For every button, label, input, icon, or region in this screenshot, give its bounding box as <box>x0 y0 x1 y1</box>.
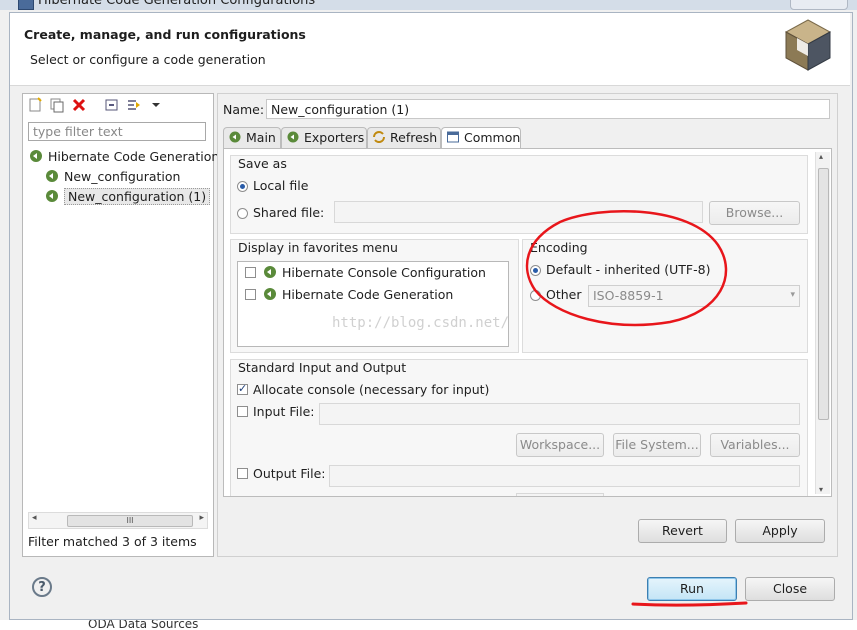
tree-item-new-configuration-1[interactable]: New_configuration (1) <box>44 188 211 206</box>
encoding-default-radio[interactable] <box>530 265 541 276</box>
local-file-label: Local file <box>253 178 309 193</box>
background-window-strip: ODA Data Sources <box>0 620 857 630</box>
output-file-label: Output File: <box>253 466 326 481</box>
encoding-title: Encoding <box>530 240 588 255</box>
browse-button[interactable]: Browse... <box>709 201 800 225</box>
allocate-console-checkbox[interactable] <box>237 382 248 395</box>
hibernate-codegen-icon <box>264 288 276 300</box>
collapse-all-icon[interactable] <box>104 97 120 113</box>
tree-item-new-configuration[interactable]: New_configuration <box>44 168 180 186</box>
shared-file-label: Shared file: <box>253 205 325 220</box>
help-icon[interactable]: ? <box>32 577 52 597</box>
scroll-left-arrow-icon[interactable]: ◂ <box>32 513 37 523</box>
tab-label: Main <box>246 130 276 145</box>
favorite-console-checkbox[interactable] <box>245 267 256 278</box>
favorite-codegen-checkbox[interactable] <box>245 289 256 300</box>
hibernate-icon <box>287 131 299 143</box>
background-text: ODA Data Sources <box>88 620 199 630</box>
output-file-field[interactable] <box>329 465 800 487</box>
window-titlebar: Hibernate Code Generation Configurations <box>0 0 857 10</box>
tree-item-label: Hibernate Code Generation <box>48 149 220 164</box>
tab-main[interactable]: Main <box>223 127 281 148</box>
cut-off-button <box>516 493 604 496</box>
scroll-thumb[interactable]: III <box>67 515 193 527</box>
output-file-checkbox[interactable] <box>237 468 248 479</box>
hibernate-codegen-icon <box>46 190 58 202</box>
run-button[interactable]: Run <box>647 577 737 601</box>
hibernate-codegen-icon <box>46 170 58 182</box>
name-label: Name: <box>223 102 265 117</box>
workspace-button[interactable]: Workspace... <box>516 433 604 457</box>
close-button[interactable]: Close <box>745 577 835 601</box>
left-toolbar <box>24 94 210 116</box>
new-config-icon[interactable] <box>27 97 43 113</box>
filter-status: Filter matched 3 of 3 items <box>28 534 197 549</box>
allocate-console-label: Allocate console (necessary for input) <box>253 382 490 397</box>
filter-input[interactable]: type filter text <box>28 122 206 141</box>
chevron-down-icon: ▾ <box>790 290 795 300</box>
input-file-label: Input File: <box>253 404 315 419</box>
shared-file-field[interactable] <box>334 201 703 223</box>
input-file-field[interactable] <box>319 403 800 425</box>
scroll-down-arrow-icon[interactable]: ▾ <box>819 485 823 494</box>
header-title: Create, manage, and run configurations <box>24 27 306 42</box>
scroll-up-arrow-icon[interactable]: ▴ <box>819 152 823 161</box>
tab-refresh[interactable]: Refresh <box>367 127 441 148</box>
encoding-default-label: Default - inherited (UTF-8) <box>546 262 711 277</box>
delete-config-icon[interactable] <box>71 97 87 113</box>
hibernate-logo-icon <box>784 19 832 71</box>
tree-item-label: New_configuration (1) <box>64 188 211 205</box>
file-system-button[interactable]: File System... <box>613 433 701 457</box>
scroll-right-arrow-icon[interactable]: ▸ <box>199 513 204 523</box>
header-subtitle: Select or configure a code generation <box>30 52 266 67</box>
content-vertical-scrollbar[interactable]: ▴ ▾ <box>815 152 830 494</box>
hibernate-icon <box>229 131 241 143</box>
common-tab-content: Save as Local file Shared file: Browse..… <box>223 148 832 497</box>
hibernate-codegen-icon <box>30 150 42 162</box>
tree-item-label: New_configuration <box>64 169 181 184</box>
encoding-other-select[interactable]: ISO-8859-1 ▾ <box>588 285 800 307</box>
tree-item-hibernate-code-generation[interactable]: Hibernate Code Generation <box>28 148 219 166</box>
window-title: Hibernate Code Generation Configurations <box>38 0 316 8</box>
shared-file-radio[interactable] <box>237 208 248 219</box>
dialog-header <box>10 13 850 86</box>
hibernate-icon <box>264 266 276 278</box>
apply-button[interactable]: Apply <box>735 519 825 543</box>
encoding-other-radio[interactable] <box>530 290 541 301</box>
tab-label: Refresh <box>390 130 438 145</box>
stdio-title: Standard Input and Output <box>238 360 407 375</box>
variables-button[interactable]: Variables... <box>710 433 800 457</box>
chevron-down-icon[interactable] <box>148 97 164 113</box>
local-file-radio[interactable] <box>237 181 248 192</box>
favorite-codegen-label: Hibernate Code Generation <box>282 287 454 302</box>
tab-label: Exporters <box>304 130 365 145</box>
refresh-icon <box>373 131 385 143</box>
revert-button[interactable]: Revert <box>638 519 727 543</box>
encoding-other-value: ISO-8859-1 <box>593 288 664 303</box>
tab-exporters[interactable]: Exporters <box>281 127 367 148</box>
common-tab-icon <box>447 131 459 143</box>
watermark-text: http://blog.csdn.net/ <box>332 315 510 331</box>
filter-config-icon[interactable] <box>126 97 142 113</box>
favorite-console-label: Hibernate Console Configuration <box>282 265 486 280</box>
input-file-checkbox[interactable] <box>237 406 248 417</box>
window-close-button[interactable] <box>790 0 848 10</box>
duplicate-config-icon[interactable] <box>49 97 65 113</box>
name-input[interactable]: New_configuration (1) <box>266 99 830 119</box>
tree-horizontal-scrollbar[interactable]: ◂ III ▸ <box>28 512 208 529</box>
app-icon <box>18 0 34 10</box>
tab-bar: Main Exporters Refresh Common <box>223 127 831 150</box>
tab-label: Common <box>464 130 521 145</box>
vertical-scroll-thumb[interactable] <box>818 168 829 420</box>
tab-common[interactable]: Common <box>441 127 521 150</box>
encoding-other-label: Other <box>546 287 582 302</box>
favorites-title: Display in favorites menu <box>238 240 398 255</box>
save-as-title: Save as <box>238 156 287 171</box>
